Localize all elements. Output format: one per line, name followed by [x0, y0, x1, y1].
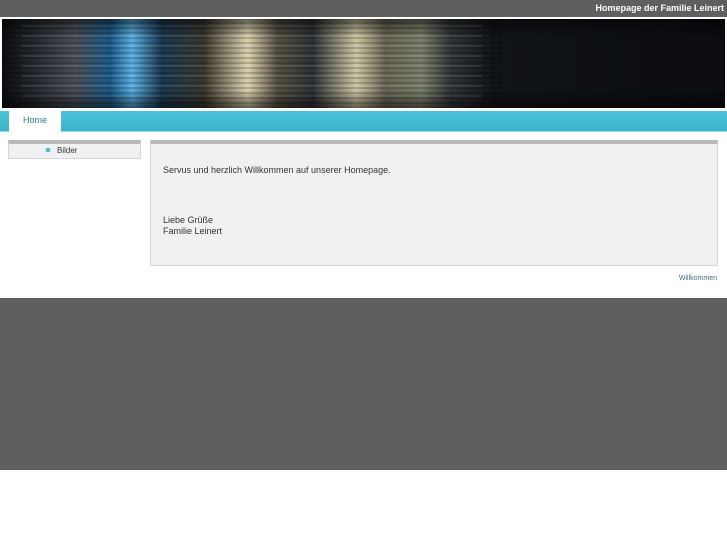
- header-banner-image: [2, 19, 725, 108]
- footer-band: [0, 298, 727, 470]
- sidebar-item-label: Bilder: [57, 146, 78, 155]
- banner-graphic: [2, 19, 725, 108]
- welcome-text: Servus und herzlich Willkommen auf unser…: [163, 165, 391, 175]
- signature-text: Familie Leinert: [163, 226, 223, 236]
- sidebar-item-bilder[interactable]: Bilder: [46, 145, 77, 157]
- site-title: Homepage der Familie Leinert: [595, 3, 724, 13]
- top-bar: Homepage der Familie Leinert: [0, 0, 727, 17]
- main-content-panel: Servus und herzlich Willkommen auf unser…: [150, 140, 718, 266]
- tab-home[interactable]: Home: [9, 111, 61, 132]
- greeting-text: Liebe Grüße: [163, 215, 214, 225]
- square-bullet-icon: [46, 147, 50, 152]
- footer-link-willkommen[interactable]: Willkommen: [679, 274, 717, 283]
- sidebar-menu: Bilder: [8, 140, 141, 159]
- main-navigation: Home: [0, 111, 727, 132]
